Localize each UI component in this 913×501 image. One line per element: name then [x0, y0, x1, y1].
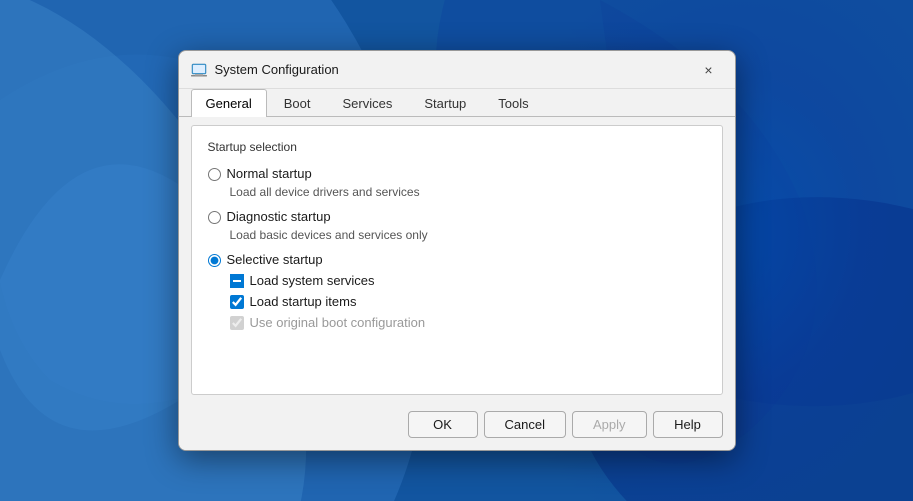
- radio-selective-startup[interactable]: Selective startup: [208, 252, 706, 267]
- dialog-icon: [191, 62, 207, 78]
- dialog-overlay: System Configuration × General Boot Serv…: [0, 0, 913, 501]
- radio-diagnostic-label: Diagnostic startup: [227, 209, 331, 224]
- tab-tools[interactable]: Tools: [483, 89, 543, 117]
- radio-normal-startup[interactable]: Normal startup: [208, 166, 706, 181]
- radio-normal-input[interactable]: [208, 168, 221, 181]
- tab-startup[interactable]: Startup: [409, 89, 481, 117]
- section-label: Startup selection: [208, 140, 706, 154]
- radio-normal-label: Normal startup: [227, 166, 312, 181]
- checkbox-indeterminate-indicator: [230, 274, 244, 288]
- radio-normal-sublabel: Load all device drivers and services: [230, 185, 706, 199]
- checkbox-load-startup-items[interactable]: Load startup items: [230, 294, 706, 309]
- help-button[interactable]: Help: [653, 411, 723, 438]
- checkbox-load-system-services[interactable]: Load system services: [230, 273, 706, 288]
- radio-diagnostic-sublabel: Load basic devices and services only: [230, 228, 706, 242]
- tab-services[interactable]: Services: [328, 89, 408, 117]
- system-configuration-dialog: System Configuration × General Boot Serv…: [178, 50, 736, 451]
- checkbox-startup-items-label: Load startup items: [250, 294, 357, 309]
- radio-selective-label: Selective startup: [227, 252, 323, 267]
- checkbox-system-services-label: Load system services: [250, 273, 375, 288]
- button-bar: OK Cancel Apply Help: [179, 403, 735, 450]
- tab-boot[interactable]: Boot: [269, 89, 326, 117]
- apply-button[interactable]: Apply: [572, 411, 647, 438]
- selective-options: Load system services Load startup items …: [230, 273, 706, 330]
- content-area: Startup selection Normal startup Load al…: [191, 125, 723, 395]
- checkbox-orig-boot-input: [230, 316, 244, 330]
- radio-selective-input[interactable]: [208, 254, 221, 267]
- radio-diagnostic-startup[interactable]: Diagnostic startup: [208, 209, 706, 224]
- checkbox-orig-boot-label: Use original boot configuration: [250, 315, 426, 330]
- checkbox-startup-items-input[interactable]: [230, 295, 244, 309]
- dialog-title: System Configuration: [215, 62, 695, 77]
- title-bar: System Configuration ×: [179, 51, 735, 89]
- tab-general[interactable]: General: [191, 89, 267, 117]
- ok-button[interactable]: OK: [408, 411, 478, 438]
- tab-bar: General Boot Services Startup Tools: [179, 89, 735, 117]
- cancel-button[interactable]: Cancel: [484, 411, 566, 438]
- checkbox-use-original-boot: Use original boot configuration: [230, 315, 706, 330]
- radio-diagnostic-input[interactable]: [208, 211, 221, 224]
- close-button[interactable]: ×: [695, 56, 723, 84]
